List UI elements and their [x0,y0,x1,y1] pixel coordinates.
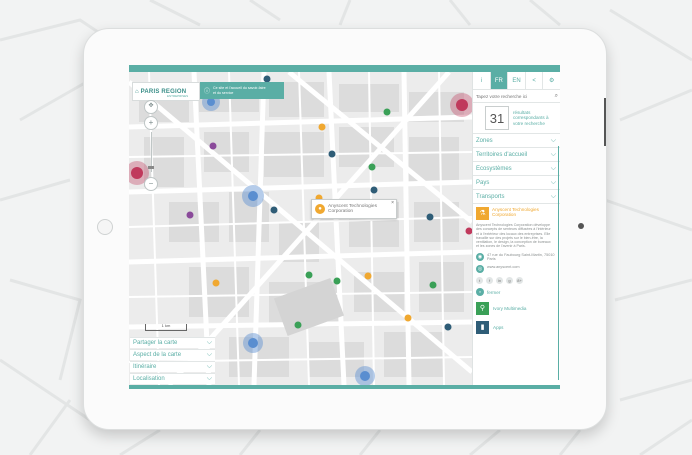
company-website[interactable]: www.anyscent.com [487,265,520,269]
side-button [604,98,606,146]
logo-subtitle: ENTREPRISES [167,94,189,98]
tour-banner[interactable]: ⓘ Ce site et l'accueil du savoir-faire e… [200,82,284,99]
result-description: résultats correspondants à votre recherc… [513,110,549,126]
menu-label: Localisation [133,376,165,382]
zoom-in-button[interactable]: + [144,116,158,130]
app-screen: ⌂ PARIS REGION ENTREPRISES ⓘ Ce site et … [129,65,560,389]
website-row[interactable]: ◎ www.anyscent.com [476,265,558,274]
related-item[interactable]: ▮ Apps [476,321,558,335]
map-popup[interactable]: ● Anyscent Technologies Corporation × [311,199,397,219]
menu-share-map[interactable]: Partager la carte ⌵ [130,337,215,348]
filter-transports[interactable]: Transports ⌵ [473,190,560,204]
close-label: fermer [487,289,501,295]
filter-label: Pays [476,179,490,186]
related-name: Apps [493,325,504,331]
zoom-out-button[interactable]: − [144,177,158,191]
menu-location[interactable]: Localisation ⌵ [130,373,215,384]
filter-label: Transports [476,193,505,200]
panel-toolbar: i FR EN < ⚙ [473,72,560,90]
settings-button[interactable]: ⚙ [543,72,560,89]
search-icon[interactable]: ⌕ [555,93,558,100]
pin-icon: ● [315,204,325,214]
chevron-down-icon: ⌵ [550,164,556,172]
company-description: Anyscent Technologies Corporation dévelo… [476,223,551,249]
address-row: ◉ 47 rue du Faubourg Saint-Martin, 75010… [476,252,558,262]
camera-lens [578,223,584,229]
tab-en[interactable]: EN [508,72,526,89]
paris-region-logo[interactable]: ⌂ PARIS REGION ENTREPRISES [132,82,200,101]
company-category-icon: ⚗ [476,207,489,220]
menu-label: Partager la carte [133,340,178,346]
home-button[interactable] [97,219,113,235]
filter-territories[interactable]: Territoires d'accueil ⌵ [473,148,560,162]
pan-control[interactable]: ✥ [144,100,158,114]
top-accent-bar [129,65,560,72]
home-icon: ⌂ [135,88,139,95]
zoom-control: ✥ + − [144,100,158,193]
close-icon: × [476,288,484,297]
bottom-accent-bar [129,385,560,389]
filter-countries[interactable]: Pays ⌵ [473,176,560,190]
map-scale: 1 km [145,324,187,331]
chevron-down-icon: ⌵ [206,351,212,358]
filter-ecosystems[interactable]: Ecosystèmes ⌵ [473,162,560,176]
twitter-icon[interactable]: t [476,277,483,285]
related-item[interactable]: ⚲ Ivory Multimedia [476,302,558,316]
close-detail-button[interactable]: × fermer [476,288,558,297]
chevron-down-icon: ⌵ [206,363,212,370]
menu-label: Aspect de la carte [133,352,182,358]
linkedin-icon[interactable]: in [496,277,503,285]
tab-fr[interactable]: FR [490,72,509,89]
filter-label: Territoires d'accueil [476,151,528,158]
microscope-icon: ⚲ [476,302,489,316]
chevron-down-icon: ⌵ [550,192,556,200]
globe-icon: ◎ [476,265,484,274]
chevron-down-icon: ⌵ [206,339,212,346]
filter-label: Zones [476,137,493,144]
filter-zones[interactable]: Zones ⌵ [473,134,560,148]
map-view[interactable]: ⌂ PARIS REGION ENTREPRISES ⓘ Ce site et … [129,72,472,385]
chevron-down-icon: ⌵ [550,136,556,144]
googleplus-icon[interactable]: 8+ [516,277,523,285]
company-detail: ⚗ Anyscent Technologies Corporation Anys… [473,204,560,335]
info-button[interactable]: i [473,72,491,89]
facebook-icon[interactable]: f [486,277,493,285]
popup-name: Anyscent Technologies Corporation [328,203,377,214]
menu-label: Itinéraire [133,364,157,370]
panel-scrollbar[interactable] [558,146,559,380]
info-icon: ⓘ [204,89,211,95]
social-links: t f in g 8+ [476,277,558,285]
search-bar: ⌕ [473,90,560,103]
menu-itinerary[interactable]: Itinéraire ⌵ [130,361,215,372]
viadeo-icon[interactable]: g [506,277,513,285]
location-icon: ◉ [476,252,484,261]
result-count: 31 résultats correspondants à votre rech… [473,103,560,134]
company-name: Anyscent Technologies Corporation [492,207,539,217]
menu-map-aspect[interactable]: Aspect de la carte ⌵ [130,349,215,360]
filter-label: Ecosystèmes [476,165,512,172]
zoom-handle[interactable] [148,166,154,169]
building-icon: ▮ [476,321,489,335]
chevron-down-icon: ⌵ [550,150,556,158]
company-address: 47 rue du Faubourg Saint-Martin, 75010 P… [487,252,555,262]
result-number: 31 [485,106,509,130]
share-button[interactable]: < [526,72,544,89]
tour-text: Ce site et l'accueil du savoir-faire et … [213,86,266,95]
chevron-down-icon: ⌵ [550,178,556,186]
close-icon[interactable]: × [391,200,394,206]
related-name: Ivory Multimedia [493,306,527,312]
detail-header: ⚗ Anyscent Technologies Corporation [476,207,558,220]
side-panel: i FR EN < ⚙ ⌕ 31 résultats correspondant… [472,72,560,385]
search-input[interactable] [476,93,540,99]
chevron-down-icon: ⌵ [206,375,212,382]
